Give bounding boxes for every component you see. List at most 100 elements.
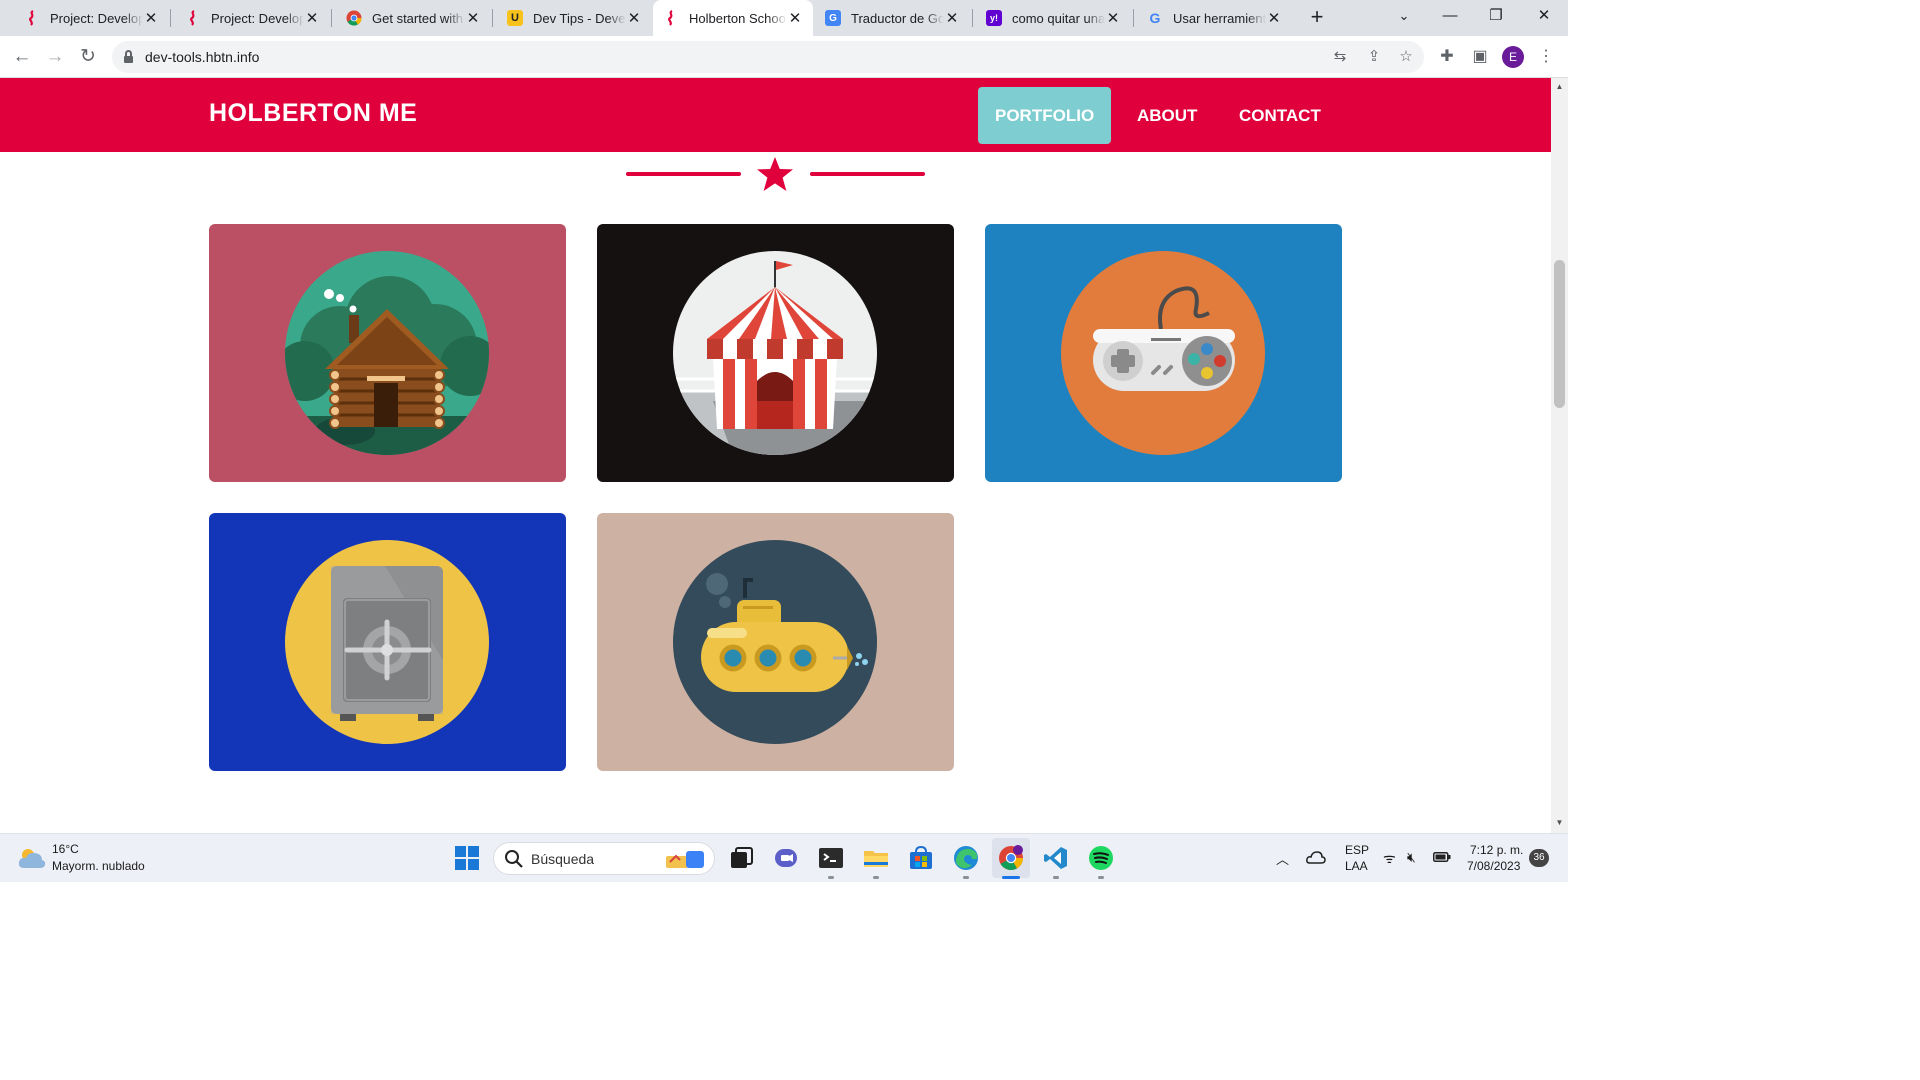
safe-icon (285, 540, 489, 744)
dev-tips-icon: U (507, 10, 523, 26)
edge-browser-icon[interactable] (952, 844, 980, 872)
notification-badge[interactable]: 36 (1529, 849, 1549, 867)
cloudy-weather-icon[interactable] (18, 846, 46, 870)
new-tab-button[interactable]: + (1303, 3, 1331, 31)
volume-muted-icon[interactable]: 🔇︎ (1407, 849, 1416, 866)
back-button[interactable]: ← (8, 43, 36, 71)
tab-title: Project: Developer tools (50, 10, 143, 26)
avatar[interactable]: E (1502, 46, 1524, 68)
url-text[interactable]: dev-tools.hbtn.info (145, 49, 259, 65)
site-brand[interactable]: HOLBERTON ME (209, 99, 417, 128)
scroll-up-arrow[interactable]: ▲ (1551, 80, 1568, 94)
windows-start-icon[interactable] (453, 844, 481, 872)
windows-taskbar: 16°C Mayorm. nublado Búsqueda ︿ ESP LAA … (0, 833, 1568, 882)
running-indicator (963, 876, 969, 879)
portfolio-item-submarine[interactable] (597, 513, 954, 771)
translate-icon[interactable]: ⇆ (1330, 47, 1350, 67)
portfolio-item-safe[interactable] (209, 513, 566, 771)
wifi-icon[interactable]: ᯤ (1383, 849, 1396, 868)
nav-contact[interactable]: CONTACT (1222, 87, 1338, 144)
game-controller-icon (1061, 251, 1265, 455)
microsoft-store-icon[interactable] (907, 844, 935, 872)
portfolio-item-controller[interactable] (985, 224, 1342, 482)
tab-usar-herramientas[interactable]: G Usar herramientas ✕ (1137, 0, 1292, 36)
page-viewport: HOLBERTON ME PORTFOLIO ABOUT CONTACT (0, 78, 1551, 833)
close-icon[interactable]: ✕ (304, 9, 320, 27)
close-window-button[interactable]: ✕ (1521, 0, 1567, 32)
tab-get-started[interactable]: Get started with viewing ✕ (336, 0, 491, 36)
tab-dev-tips[interactable]: U Dev Tips - Developer ✕ (497, 0, 652, 36)
close-icon[interactable]: ✕ (465, 9, 481, 27)
onedrive-cloud-icon[interactable] (1306, 850, 1326, 864)
portfolio-item-circus[interactable] (597, 224, 954, 482)
tab-google-translate[interactable]: G Traductor de Google ✕ (815, 0, 970, 36)
teams-chat-icon[interactable] (772, 844, 800, 872)
tab-title: Project: Developer tools (211, 10, 304, 26)
tab-separator (972, 9, 973, 27)
holberton-icon (185, 10, 201, 26)
tab-project-developer-1[interactable]: Project: Developer tools ✕ (14, 0, 169, 36)
tab-title: Holberton School (689, 10, 787, 26)
close-icon[interactable]: ✕ (944, 9, 960, 27)
minimize-button[interactable]: — (1427, 0, 1473, 32)
file-explorer-icon[interactable] (862, 844, 890, 872)
search-placeholder: Búsqueda (531, 851, 595, 867)
portfolio-item-cabin[interactable] (209, 224, 566, 482)
active-indicator (1002, 876, 1020, 879)
taskbar-search[interactable]: Búsqueda (493, 842, 715, 875)
tab-title: Dev Tips - Developer (533, 10, 626, 26)
tab-project-developer-2[interactable]: Project: Developer tools ✕ (175, 0, 330, 36)
share-icon[interactable]: ⇪ (1364, 47, 1384, 67)
tab-separator (492, 9, 493, 27)
close-icon[interactable]: ✕ (626, 9, 642, 27)
lock-icon[interactable] (124, 50, 133, 63)
vertical-scrollbar[interactable]: ▲ ▼ (1551, 78, 1568, 833)
close-icon[interactable]: ✕ (787, 9, 803, 27)
tab-title: Traductor de Google (851, 10, 944, 26)
terminal-icon[interactable] (817, 844, 845, 872)
extensions-icon[interactable]: ✚ (1435, 45, 1459, 69)
keyboard-layout[interactable]: LAA (1345, 859, 1368, 873)
task-view-icon[interactable] (727, 844, 755, 872)
weather-description[interactable]: Mayorm. nublado (52, 859, 145, 873)
nav-about[interactable]: ABOUT (1120, 87, 1214, 144)
nav-portfolio[interactable]: PORTFOLIO (978, 87, 1112, 144)
search-highlight-icon (666, 851, 704, 868)
tab-yahoo-search[interactable]: y! como quitar una extension ✕ (976, 0, 1131, 36)
scroll-thumb[interactable] (1554, 260, 1565, 408)
yahoo-icon: y! (986, 10, 1002, 26)
bookmark-star-icon[interactable]: ☆ (1396, 47, 1416, 67)
close-icon[interactable]: ✕ (1266, 9, 1282, 27)
language-code[interactable]: ESP (1345, 843, 1369, 857)
running-indicator (828, 876, 834, 879)
tab-search-button[interactable]: ⌄ (1381, 0, 1427, 32)
tab-title: Get started with viewing (372, 10, 465, 26)
restore-button[interactable]: ❐ (1473, 0, 1519, 32)
chrome-icon[interactable] (997, 844, 1025, 872)
scroll-down-arrow[interactable]: ▼ (1551, 816, 1568, 830)
running-indicator (1098, 876, 1104, 879)
spotify-icon[interactable] (1087, 844, 1115, 872)
close-icon[interactable]: ✕ (1105, 9, 1121, 27)
menu-icon[interactable]: ⋮ (1534, 45, 1558, 69)
divider-line-right (810, 172, 925, 176)
holberton-icon (663, 10, 679, 26)
forward-button[interactable]: → (41, 43, 69, 71)
weather-temperature[interactable]: 16°C (52, 842, 79, 856)
vscode-icon[interactable] (1042, 844, 1070, 872)
battery-icon[interactable] (1433, 852, 1451, 862)
tab-holberton-school[interactable]: Holberton School ✕ (653, 0, 813, 36)
show-hidden-icons-chevron-icon[interactable]: ︿ (1276, 849, 1289, 868)
browser-toolbar: ← → ↻ dev-tools.hbtn.info ⇆ ⇪ ☆ (0, 36, 1568, 78)
reload-button[interactable]: ↻ (74, 43, 102, 71)
close-icon[interactable]: ✕ (143, 9, 159, 27)
clock-date[interactable]: 7/08/2023 (1467, 859, 1520, 873)
tab-separator (1133, 9, 1134, 27)
star-icon (757, 157, 793, 191)
address-bar[interactable]: dev-tools.hbtn.info ⇆ ⇪ ☆ (112, 41, 1424, 73)
submarine-icon (673, 540, 877, 744)
clock-time[interactable]: 7:12 p. m. (1470, 843, 1523, 857)
running-indicator (1053, 876, 1059, 879)
google-icon: G (1149, 10, 1161, 26)
side-panel-icon[interactable]: ▣ (1468, 45, 1492, 69)
